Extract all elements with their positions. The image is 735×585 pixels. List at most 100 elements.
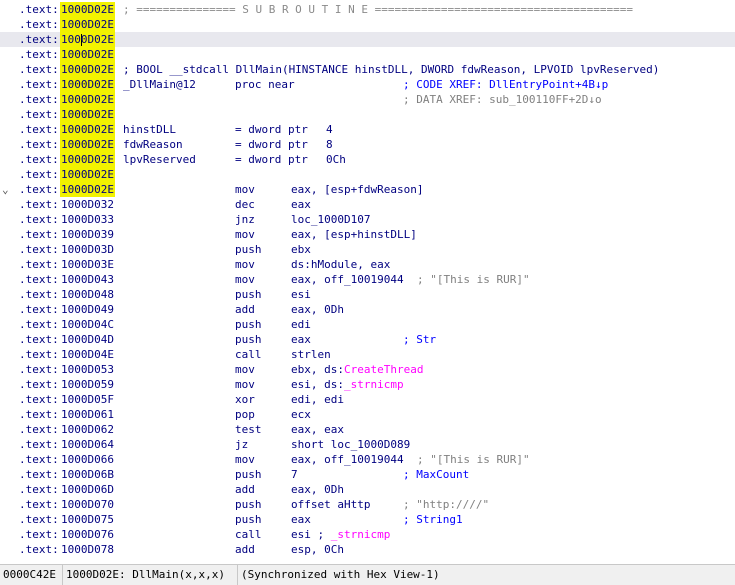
- extern-symbol[interactable]: _strnicmp: [331, 528, 391, 541]
- instruction-mnemonic[interactable]: push: [235, 497, 262, 512]
- listing-line[interactable]: .text: 1000D03E mov ds:hModule, eax: [0, 257, 735, 272]
- line-address[interactable]: 1000D075: [60, 512, 115, 527]
- line-address[interactable]: 1000D064: [60, 437, 115, 452]
- listing-line[interactable]: .text: 1000D053 mov ebx, ds:CreateThread: [0, 362, 735, 377]
- line-label[interactable]: ; BOOL __stdcall DllMain(HINSTANCE hinst…: [123, 62, 659, 77]
- line-address[interactable]: 1000D078: [60, 542, 115, 557]
- line-address[interactable]: 1000D04E: [60, 347, 115, 362]
- instruction-operands[interactable]: eax, off_10019044: [291, 272, 404, 287]
- instruction-operands[interactable]: ecx: [291, 407, 311, 422]
- instruction-mnemonic[interactable]: mov: [235, 377, 255, 392]
- listing-line[interactable]: .text: 1000D078 add esp, 0Ch: [0, 542, 735, 557]
- instruction-mnemonic[interactable]: mov: [235, 452, 255, 467]
- listing-line[interactable]: .text: 1000D02E: [0, 32, 735, 47]
- listing-line[interactable]: .text: 1000D02E: [0, 47, 735, 62]
- line-address[interactable]: 1000D062: [60, 422, 115, 437]
- listing-line[interactable]: .text: 1000D04C push edi: [0, 317, 735, 332]
- listing-line[interactable]: .text: 1000D02E _DllMain@12 proc near ; CODE…: [0, 77, 735, 92]
- instruction-operands[interactable]: 8: [326, 137, 333, 152]
- line-address[interactable]: 1000D02E: [60, 77, 115, 92]
- instruction-mnemonic[interactable]: test: [235, 422, 262, 437]
- instruction-mnemonic[interactable]: call: [235, 527, 262, 542]
- line-address[interactable]: 1000D06D: [60, 482, 115, 497]
- listing-line[interactable]: .text: 1000D04E call strlen: [0, 347, 735, 362]
- instruction-mnemonic[interactable]: jz: [235, 437, 248, 452]
- instruction-operands[interactable]: edi, edi: [291, 392, 344, 407]
- instruction-operands[interactable]: eax, [esp+fdwReason]: [291, 182, 423, 197]
- line-address[interactable]: 1000D02E: [60, 152, 115, 167]
- line-address[interactable]: 1000D02E: [60, 122, 115, 137]
- line-address[interactable]: 1000D049: [60, 302, 115, 317]
- instruction-operands[interactable]: 0Ch: [326, 152, 346, 167]
- instruction-operands[interactable]: eax: [291, 512, 311, 527]
- instruction-operands[interactable]: eax: [291, 332, 311, 347]
- instruction-mnemonic[interactable]: call: [235, 347, 262, 362]
- instruction-mnemonic[interactable]: xor: [235, 392, 255, 407]
- instruction-operands[interactable]: short loc_1000D089: [291, 437, 410, 452]
- instruction-mnemonic[interactable]: dec: [235, 197, 255, 212]
- listing-line[interactable]: .text: 1000D048 push esi: [0, 287, 735, 302]
- listing-line[interactable]: .text: 1000D062 test eax, eax: [0, 422, 735, 437]
- line-address[interactable]: 1000D02E: [60, 62, 115, 77]
- listing-line[interactable]: .text: 1000D05F xor edi, edi: [0, 392, 735, 407]
- line-address[interactable]: 1000D032: [60, 197, 115, 212]
- line-address[interactable]: 1000D061: [60, 407, 115, 422]
- instruction-operands[interactable]: eax, [esp+hinstDLL]: [291, 227, 417, 242]
- disassembly-view[interactable]: .text: 1000D02E; =============== S U B R …: [0, 0, 735, 564]
- instruction-operands[interactable]: eax, 0Dh: [291, 482, 344, 497]
- instruction-operands[interactable]: offset aHttp: [291, 497, 370, 512]
- line-address[interactable]: 1000D02E: [60, 167, 115, 182]
- listing-line[interactable]: .text: 1000D02E ; =============== S U B R …: [0, 2, 735, 17]
- instruction-operands[interactable]: esi: [291, 287, 311, 302]
- listing-line[interactable]: .text: 1000D02E: [0, 107, 735, 122]
- line-address[interactable]: 1000D059: [60, 377, 115, 392]
- instruction-mnemonic[interactable]: push: [235, 467, 262, 482]
- listing-line[interactable]: .text: 1000D064 jz short loc_1000D089: [0, 437, 735, 452]
- listing-line[interactable]: .text: 1000D04D push eax ; Str: [0, 332, 735, 347]
- listing-line[interactable]: .text: 1000D02E ; BOOL __stdcall DllMain(H…: [0, 62, 735, 77]
- instruction-mnemonic[interactable]: mov: [235, 257, 255, 272]
- listing-line[interactable]: .text: 1000D039 mov eax, [esp+hinstDLL]: [0, 227, 735, 242]
- instruction-mnemonic[interactable]: push: [235, 287, 262, 302]
- instruction-operands[interactable]: ebx, ds:CreateThread: [291, 362, 423, 377]
- instruction-mnemonic[interactable]: add: [235, 482, 255, 497]
- instruction-mnemonic[interactable]: mov: [235, 272, 255, 287]
- listing-line[interactable]: .text: 1000D02E: [0, 17, 735, 32]
- listing-line[interactable]: .text: 1000D03D push ebx: [0, 242, 735, 257]
- line-address[interactable]: 1000D039: [60, 227, 115, 242]
- instruction-operands[interactable]: loc_1000D107: [291, 212, 370, 227]
- instruction-operands[interactable]: strlen: [291, 347, 331, 362]
- line-address[interactable]: 1000D070: [60, 497, 115, 512]
- instruction-mnemonic[interactable]: pop: [235, 407, 255, 422]
- line-address[interactable]: 1000D02E: [60, 107, 115, 122]
- listing-line[interactable]: .text: 1000D033 jnz loc_1000D107: [0, 212, 735, 227]
- line-label[interactable]: lpvReserved: [123, 152, 196, 167]
- instruction-operands[interactable]: eax, 0Dh: [291, 302, 344, 317]
- instruction-operands[interactable]: ds:hModule, eax: [291, 257, 390, 272]
- instruction-operands[interactable]: eax, eax: [291, 422, 344, 437]
- instruction-mnemonic[interactable]: jnz: [235, 212, 255, 227]
- listing-line[interactable]: ⌄ .text: 1000D02E mov eax, [esp+fdwReason]: [0, 182, 735, 197]
- line-address[interactable]: 1000D048: [60, 287, 115, 302]
- listing-line[interactable]: .text: 1000D02E lpvReserved = dword ptr 0Ch: [0, 152, 735, 167]
- instruction-operands[interactable]: edi: [291, 317, 311, 332]
- line-label[interactable]: _DllMain@12: [123, 77, 196, 92]
- collapse-chevron-icon[interactable]: ⌄: [2, 182, 18, 197]
- line-address[interactable]: 1000D02E: [60, 47, 115, 62]
- listing-line[interactable]: .text: 1000D02E: [0, 167, 735, 182]
- line-address[interactable]: 1000D066: [60, 452, 115, 467]
- line-address[interactable]: 1000D043: [60, 272, 115, 287]
- instruction-operands[interactable]: ebx: [291, 242, 311, 257]
- line-address[interactable]: 1000D02E: [60, 137, 115, 152]
- listing-line[interactable]: .text: 1000D02E ; DATA XREF: sub_100110FF+…: [0, 92, 735, 107]
- instruction-mnemonic[interactable]: add: [235, 542, 255, 557]
- line-address[interactable]: 1000D02E: [60, 32, 115, 47]
- listing-line[interactable]: .text: 1000D049 add eax, 0Dh: [0, 302, 735, 317]
- extern-symbol[interactable]: CreateThread: [344, 363, 423, 376]
- instruction-mnemonic[interactable]: mov: [235, 362, 255, 377]
- instruction-mnemonic[interactable]: push: [235, 512, 262, 527]
- line-address[interactable]: 1000D04D: [60, 332, 115, 347]
- instruction-mnemonic[interactable]: mov: [235, 182, 255, 197]
- instruction-mnemonic[interactable]: add: [235, 302, 255, 317]
- instruction-operands[interactable]: 4: [326, 122, 333, 137]
